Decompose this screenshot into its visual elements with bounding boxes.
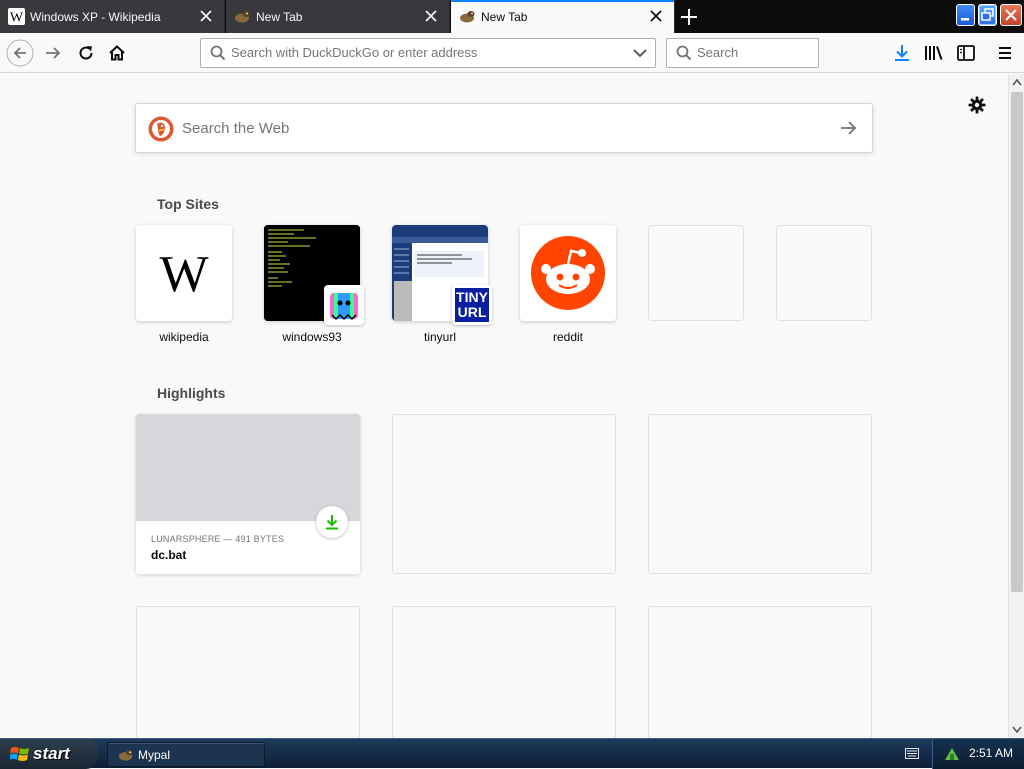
top-site-tile[interactable] [520, 225, 616, 321]
home-button[interactable] [103, 39, 131, 67]
minimize-window-button[interactable] [956, 4, 975, 26]
home-icon [109, 45, 125, 61]
search-bar[interactable] [666, 38, 819, 68]
ghost-logo-icon [330, 293, 358, 321]
chevron-down-icon[interactable] [633, 47, 647, 59]
sidebar-button[interactable] [952, 39, 980, 67]
arrow-down-icon [1012, 726, 1022, 734]
network-icon[interactable] [943, 745, 961, 763]
taskbar-item-label: Mypal [138, 748, 171, 762]
reload-button[interactable] [72, 39, 100, 67]
clock: 2:51 AM [969, 746, 1014, 760]
wikipedia-favicon-icon: W [8, 8, 25, 25]
highlight-card-placeholder [648, 414, 872, 574]
scrollbar-thumb[interactable] [1011, 92, 1023, 592]
gear-icon[interactable] [966, 94, 988, 116]
forward-button[interactable] [39, 39, 67, 67]
restore-icon [981, 8, 994, 21]
tinyurl-badge-text: TINY URL [456, 289, 488, 320]
address-input[interactable] [231, 45, 621, 60]
forward-arrow-icon [46, 47, 61, 59]
tab-strip: W Windows XP - Wikipedia New Tab New Tab [0, 0, 1024, 33]
search-icon [676, 45, 692, 61]
svg-text:W: W [159, 246, 208, 303]
scroll-down-button[interactable] [1009, 722, 1024, 738]
search-input[interactable] [697, 45, 807, 60]
top-sites-heading: Top Sites [157, 196, 219, 212]
highlight-card[interactable]: LUNARSPHERE — 491 BYTES dc.bat [136, 414, 360, 574]
new-tab-page: Top Sites W wikipedia [0, 74, 1008, 738]
tab-title: Windows XP - Wikipedia [30, 10, 161, 24]
tab-title: New Tab [481, 10, 528, 24]
start-label: start [33, 744, 70, 763]
minimize-icon [961, 18, 969, 21]
download-icon [326, 515, 338, 530]
menu-button[interactable] [991, 39, 1019, 67]
reddit-logo-icon [531, 236, 605, 310]
reload-icon [79, 46, 93, 60]
library-button[interactable] [920, 39, 948, 67]
close-tab-icon[interactable] [423, 8, 439, 24]
top-site-label: tinyurl [423, 330, 456, 344]
download-icon [895, 45, 909, 61]
duckduckgo-logo-icon [148, 116, 174, 142]
svg-text:W: W [10, 11, 24, 26]
windows-taskbar: start Mypal 2:51 AM [0, 738, 1024, 769]
highlight-card-placeholder [392, 414, 616, 574]
hamburger-menu-icon [999, 47, 1011, 59]
mypal-favicon-icon [460, 11, 475, 23]
top-site-label: reddit [552, 330, 584, 344]
back-arrow-icon [6, 39, 34, 67]
address-bar[interactable] [200, 38, 656, 68]
mypal-favicon-icon [235, 11, 250, 23]
system-tray: 2:51 AM [932, 739, 1024, 769]
close-tab-icon[interactable] [648, 8, 664, 24]
top-site-placeholder[interactable] [648, 225, 744, 321]
arrow-up-icon [1012, 78, 1022, 86]
top-site-label: windows93 [282, 330, 342, 344]
close-tab-icon[interactable] [198, 8, 214, 24]
arrow-right-icon[interactable] [838, 118, 858, 138]
vertical-scrollbar[interactable] [1008, 74, 1024, 738]
top-site-placeholder[interactable] [776, 225, 872, 321]
close-window-button[interactable] [1000, 4, 1022, 26]
navigation-toolbar [0, 33, 1024, 73]
keyboard-icon[interactable] [905, 748, 919, 759]
highlights-heading: Highlights [157, 385, 226, 401]
start-button[interactable]: start [0, 739, 98, 769]
tab-new-tab-2[interactable]: New Tab [451, 0, 675, 33]
downloads-button[interactable] [888, 39, 916, 67]
tinyurl-favicon: TINY URL [452, 285, 492, 325]
search-icon [210, 45, 226, 61]
windows-logo-icon [10, 747, 29, 761]
restore-window-button[interactable] [978, 4, 997, 26]
wikipedia-logo-icon: W [159, 246, 208, 303]
highlight-card-placeholder [136, 606, 360, 738]
highlight-card-placeholder [392, 606, 616, 738]
close-icon [1005, 9, 1017, 21]
download-badge [316, 506, 348, 538]
new-tab-plus-icon[interactable] [676, 4, 702, 30]
library-icon [925, 46, 943, 60]
top-site-label: wikipedia [159, 330, 209, 344]
card-host: LUNARSPHERE — 491 BYTES [151, 534, 285, 544]
tab-windows-xp-wikipedia[interactable]: W Windows XP - Wikipedia [0, 0, 225, 33]
tab-title: New Tab [256, 10, 303, 24]
highlight-card-placeholder [648, 606, 872, 738]
taskbar-item-mypal[interactable]: Mypal [107, 742, 265, 767]
top-site-tile[interactable]: W [136, 225, 232, 321]
tab-new-tab-1[interactable]: New Tab [226, 0, 450, 33]
back-button[interactable] [6, 39, 34, 67]
scroll-up-button[interactable] [1009, 74, 1024, 90]
web-search-input[interactable] [182, 120, 802, 137]
sidebar-icon [957, 45, 975, 61]
windows93-favicon [324, 285, 364, 325]
card-title: dc.bat [151, 548, 187, 562]
mypal-favicon-icon [118, 749, 133, 761]
web-search-box[interactable] [135, 103, 873, 153]
card-preview [136, 414, 360, 521]
